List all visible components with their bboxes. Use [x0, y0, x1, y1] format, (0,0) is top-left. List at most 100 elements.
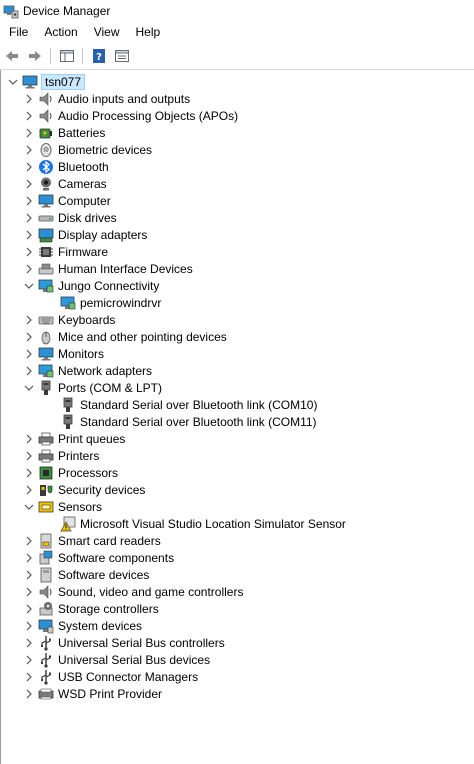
- menu-action[interactable]: Action: [36, 25, 85, 39]
- tree-category-firmware[interactable]: Firmware: [23, 243, 108, 260]
- category-expander[interactable]: [23, 246, 35, 258]
- category-expander[interactable]: [23, 603, 35, 615]
- chevron-right-icon[interactable]: [23, 93, 35, 105]
- category-expander[interactable]: [23, 127, 35, 139]
- properties-button[interactable]: [111, 45, 133, 67]
- chevron-right-icon[interactable]: [23, 127, 35, 139]
- show-hide-console-tree-button[interactable]: [56, 45, 78, 67]
- tree-category-smart-card-readers[interactable]: Smart card readers: [23, 532, 161, 549]
- tree-root[interactable]: tsn077: [7, 73, 86, 90]
- chevron-right-icon[interactable]: [23, 229, 35, 241]
- tree-category-universal-serial-bus-devices[interactable]: Universal Serial Bus devices: [23, 651, 210, 668]
- tree-category-batteries[interactable]: Batteries: [23, 124, 105, 141]
- tree-category-printers[interactable]: Printers: [23, 447, 99, 464]
- category-expander[interactable]: [23, 637, 35, 649]
- category-expander[interactable]: [23, 178, 35, 190]
- root-expander[interactable]: [7, 76, 19, 88]
- category-expander[interactable]: [23, 161, 35, 173]
- tree-category-mice-and-other-pointing-devices[interactable]: Mice and other pointing devices: [23, 328, 227, 345]
- tree-category-jungo-connectivity[interactable]: Jungo Connectivity: [23, 277, 159, 294]
- tree-category-wsd-print-provider[interactable]: WSD Print Provider: [23, 685, 162, 702]
- tree-device-standard-serial-over-bluetooth-link-com11[interactable]: Standard Serial over Bluetooth link (COM…: [57, 413, 317, 430]
- tree-category-usb-connector-managers[interactable]: USB Connector Managers: [23, 668, 198, 685]
- category-expander[interactable]: [23, 569, 35, 581]
- chevron-right-icon[interactable]: [23, 688, 35, 700]
- category-expander[interactable]: [23, 331, 35, 343]
- category-expander[interactable]: [23, 144, 35, 156]
- category-expander[interactable]: [23, 433, 35, 445]
- chevron-right-icon[interactable]: [23, 263, 35, 275]
- tree-category-ports-com-lpt[interactable]: Ports (COM & LPT): [23, 379, 162, 396]
- tree-category-processors[interactable]: Processors: [23, 464, 118, 481]
- chevron-down-icon[interactable]: [7, 76, 19, 88]
- category-expander[interactable]: [23, 552, 35, 564]
- tree-category-audio-processing-objects-apos[interactable]: Audio Processing Objects (APOs): [23, 107, 238, 124]
- chevron-right-icon[interactable]: [23, 348, 35, 360]
- category-expander[interactable]: [23, 484, 35, 496]
- tree-category-disk-drives[interactable]: Disk drives: [23, 209, 117, 226]
- category-expander[interactable]: [23, 212, 35, 224]
- chevron-down-icon[interactable]: [23, 501, 35, 513]
- category-expander[interactable]: [23, 263, 35, 275]
- category-expander[interactable]: [23, 314, 35, 326]
- tree-category-software-devices[interactable]: Software devices: [23, 566, 149, 583]
- tree-category-storage-controllers[interactable]: Storage controllers: [23, 600, 159, 617]
- tree-category-software-components[interactable]: Software components: [23, 549, 174, 566]
- chevron-right-icon[interactable]: [23, 144, 35, 156]
- category-expander[interactable]: [23, 688, 35, 700]
- category-expander[interactable]: [23, 365, 35, 377]
- tree-category-audio-inputs-and-outputs[interactable]: Audio inputs and outputs: [23, 90, 190, 107]
- chevron-right-icon[interactable]: [23, 603, 35, 615]
- tree-category-computer[interactable]: Computer: [23, 192, 111, 209]
- forward-button[interactable]: [24, 45, 46, 67]
- category-expander[interactable]: [23, 382, 35, 394]
- category-expander[interactable]: [23, 110, 35, 122]
- menu-view[interactable]: View: [86, 25, 128, 39]
- chevron-right-icon[interactable]: [23, 535, 35, 547]
- category-expander[interactable]: [23, 195, 35, 207]
- chevron-right-icon[interactable]: [23, 161, 35, 173]
- chevron-right-icon[interactable]: [23, 212, 35, 224]
- category-expander[interactable]: [23, 501, 35, 513]
- chevron-right-icon[interactable]: [23, 569, 35, 581]
- tree-category-print-queues[interactable]: Print queues: [23, 430, 125, 447]
- chevron-right-icon[interactable]: [23, 365, 35, 377]
- category-expander[interactable]: [23, 229, 35, 241]
- chevron-down-icon[interactable]: [23, 382, 35, 394]
- tree-category-biometric-devices[interactable]: Biometric devices: [23, 141, 152, 158]
- tree-category-bluetooth[interactable]: Bluetooth: [23, 158, 109, 175]
- chevron-right-icon[interactable]: [23, 620, 35, 632]
- chevron-right-icon[interactable]: [23, 178, 35, 190]
- tree-category-human-interface-devices[interactable]: Human Interface Devices: [23, 260, 193, 277]
- device-tree[interactable]: tsn077 Audio inputs and outputs Audio Proc…: [0, 70, 474, 764]
- chevron-down-icon[interactable]: [23, 280, 35, 292]
- category-expander[interactable]: [23, 348, 35, 360]
- category-expander[interactable]: [23, 280, 35, 292]
- tree-category-keyboards[interactable]: Keyboards: [23, 311, 115, 328]
- menu-help[interactable]: Help: [128, 25, 169, 39]
- chevron-right-icon[interactable]: [23, 637, 35, 649]
- tree-category-sensors[interactable]: Sensors: [23, 498, 102, 515]
- category-expander[interactable]: [23, 93, 35, 105]
- chevron-right-icon[interactable]: [23, 110, 35, 122]
- tree-category-sound-video-and-game-controllers[interactable]: Sound, video and game controllers: [23, 583, 243, 600]
- chevron-right-icon[interactable]: [23, 586, 35, 598]
- back-button[interactable]: [1, 45, 23, 67]
- chevron-right-icon[interactable]: [23, 467, 35, 479]
- tree-category-cameras[interactable]: Cameras: [23, 175, 107, 192]
- tree-category-monitors[interactable]: Monitors: [23, 345, 104, 362]
- chevron-right-icon[interactable]: [23, 433, 35, 445]
- chevron-right-icon[interactable]: [23, 450, 35, 462]
- category-expander[interactable]: [23, 620, 35, 632]
- chevron-right-icon[interactable]: [23, 331, 35, 343]
- category-expander[interactable]: [23, 654, 35, 666]
- tree-category-network-adapters[interactable]: Network adapters: [23, 362, 152, 379]
- category-expander[interactable]: [23, 467, 35, 479]
- tree-category-security-devices[interactable]: Security devices: [23, 481, 145, 498]
- category-expander[interactable]: [23, 586, 35, 598]
- chevron-right-icon[interactable]: [23, 671, 35, 683]
- chevron-right-icon[interactable]: [23, 314, 35, 326]
- tree-device-pemicrowindrvr[interactable]: pemicrowindrvr: [57, 294, 161, 311]
- menu-file[interactable]: File: [0, 25, 36, 39]
- chevron-right-icon[interactable]: [23, 654, 35, 666]
